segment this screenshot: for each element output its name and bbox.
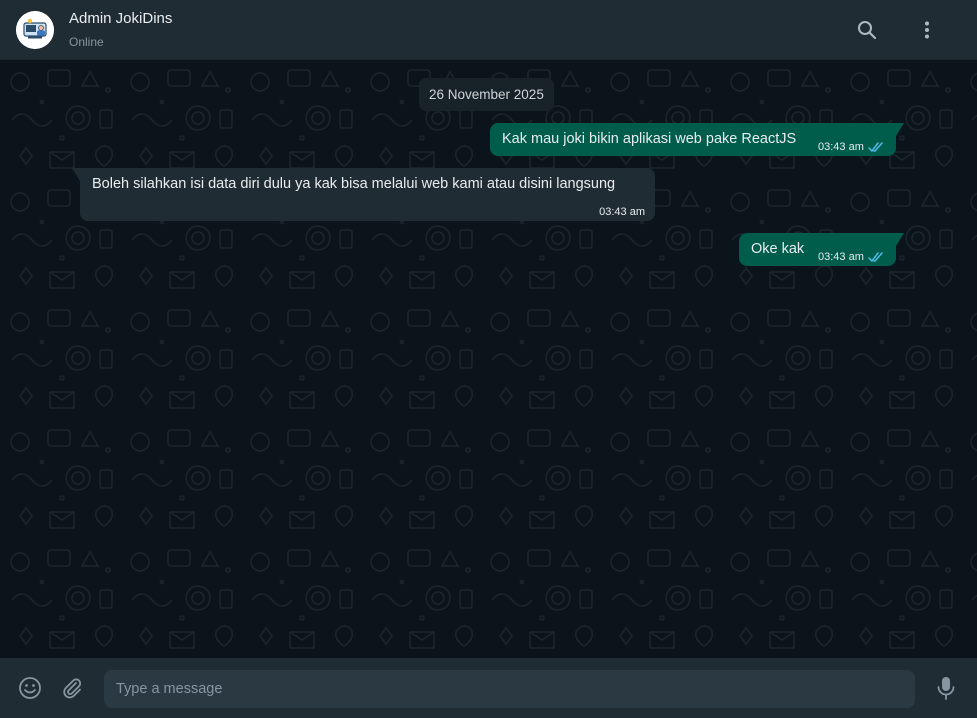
chat-header: Admin JokiDins Online xyxy=(0,0,977,60)
message-time: 03:43 am xyxy=(818,141,864,153)
microphone-button[interactable] xyxy=(932,674,960,702)
chat-area[interactable]: 26 November 2025 Kak mau joki bikin apli… xyxy=(0,60,977,658)
paperclip-icon xyxy=(63,678,82,699)
search-icon xyxy=(858,21,877,40)
message-bubble-incoming[interactable]: Boleh silahkan isi data diri dulu ya kak… xyxy=(72,168,655,221)
message-time: 03:43 am xyxy=(818,251,864,263)
message-meta: 03:43 am xyxy=(818,248,884,267)
contact-avatar[interactable] xyxy=(16,10,54,49)
header-actions xyxy=(853,16,941,44)
search-button[interactable] xyxy=(853,16,881,44)
message-text: Oke kak xyxy=(751,241,805,257)
message-composer xyxy=(0,658,977,718)
menu-button[interactable] xyxy=(913,16,941,44)
double-check-read-icon xyxy=(868,142,883,152)
message-meta: 03:43 am xyxy=(818,138,884,157)
bubble-tail xyxy=(72,168,80,181)
message-bubble-outgoing[interactable]: Kak mau joki bikin aplikasi web pake Rea… xyxy=(490,123,904,157)
message-text: Kak mau joki bikin aplikasi web pake Rea… xyxy=(502,131,797,147)
date-chip: 26 November 2025 xyxy=(419,78,554,111)
message-input[interactable] xyxy=(104,670,915,708)
contact-name: Admin JokiDins xyxy=(69,10,173,27)
message-text: Boleh silahkan isi data diri dulu ya kak… xyxy=(92,176,616,192)
admin-avatar-illustration xyxy=(16,10,54,49)
bubble-tail xyxy=(896,123,904,136)
emoji-icon xyxy=(19,677,41,699)
contact-status: Online xyxy=(69,35,104,49)
kebab-menu-icon xyxy=(925,21,929,39)
bubble-tail xyxy=(896,233,904,246)
double-check-read-icon xyxy=(868,252,883,262)
message-bubble-outgoing[interactable]: Oke kak 03:43 am xyxy=(739,233,904,267)
attach-button[interactable] xyxy=(58,674,86,702)
emoji-button[interactable] xyxy=(16,674,44,702)
microphone-icon xyxy=(937,677,955,700)
contact-info[interactable]: Admin JokiDins Online xyxy=(69,9,172,50)
message-time: 03:43 am xyxy=(599,206,645,218)
